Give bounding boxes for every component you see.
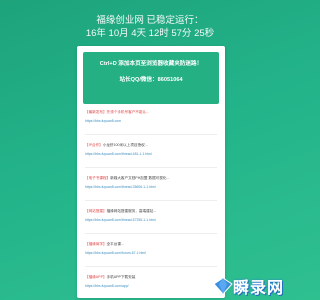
list-item[interactable]: 【电子书课程】新媒大客户文档PH加盟 数据可视化... https://bbs.… [85,176,217,190]
list-item[interactable]: 【网站搭建】福缘网站搭建服务，高端建站... https://bbs.fuyua… [85,209,217,223]
list-item-url[interactable]: https://bbs.fuyuan8.com [85,119,217,124]
uptime-counter: 16年 10月 4天 12时 57分 25秒 [85,28,215,39]
list-item-url[interactable]: https://bbs.fuyuan8.com/thread-57255-1-1… [85,218,217,223]
list-item-tag: 【电子书课程】 [85,176,111,180]
list-item-tag: 【福缘APP】 [85,275,107,279]
bookmark-hint: Ctrl+D 添加本页至浏览器收藏夹防迷路！ [99,61,203,67]
list-item-title[interactable]: 【福缘APP】手机APP下载安装 [85,275,217,280]
divider [85,233,217,234]
list-item[interactable]: 【福缘商学】全平台课... https://bbs.fuyuan8.com/fo… [85,242,217,256]
diamond-logo-icon [213,277,233,295]
list-item[interactable]: 【最新发布】先领个手机号客户不能认... https://bbs.fuyuan8… [85,110,217,124]
list-item-url[interactable]: https://bbs.fuyuan8.com/app/ [85,284,217,289]
contact-qq: 站长QQ/微信：86051064 [119,77,183,83]
site-status-title: 福缘创业网 已稳定运行： [96,15,204,26]
list-item-tag: 【IP合作】 [85,143,103,147]
link-list: 【最新发布】先领个手机号客户不能认... https://bbs.fuyuan8… [77,104,225,289]
site-header: 福缘创业网 已稳定运行： 16年 10月 4天 12时 57分 25秒 [0,14,300,40]
list-item-tag: 【福缘商学】 [85,242,107,246]
list-item-title[interactable]: 【网站搭建】福缘网站搭建服务，高端建站... [85,209,217,214]
list-item-url[interactable]: https://bbs.fuyuan8.com/forum-67-1.html [85,251,217,256]
watermark-logo: 瞬录网 [213,276,284,297]
divider [85,200,217,201]
divider [85,266,217,267]
watermark-text: 瞬录网 [232,278,284,297]
list-item-url[interactable]: https://bbs.fuyuan8.com/thread-481-1-1.h… [85,152,217,157]
list-item-title[interactable]: 【IP合作】小龙虾100米以上项目授权... [85,143,217,148]
bookmark-banner: Ctrl+D 添加本页至浏览器收藏夹防迷路！ 站长QQ/微信：86051064 [83,52,219,104]
list-item-url[interactable]: https://bbs.fuyuan8.com/thread-35606-1-1… [85,185,217,190]
list-item-tag: 【网站搭建】 [85,209,107,213]
list-item[interactable]: 【福缘APP】手机APP下载安装 https://bbs.fuyuan8.com… [85,275,217,289]
content-card: Ctrl+D 添加本页至浏览器收藏夹防迷路！ 站长QQ/微信：86051064 … [77,46,225,298]
list-item-title[interactable]: 【电子书课程】新媒大客户文档PH加盟 数据可视化... [85,176,217,181]
divider [85,134,217,135]
list-item-title[interactable]: 【福缘商学】全平台课... [85,242,217,247]
list-item-title[interactable]: 【最新发布】先领个手机号客户不能认... [85,110,217,115]
divider [85,167,217,168]
list-item[interactable]: 【IP合作】小龙虾100米以上项目授权... https://bbs.fuyua… [85,143,217,157]
